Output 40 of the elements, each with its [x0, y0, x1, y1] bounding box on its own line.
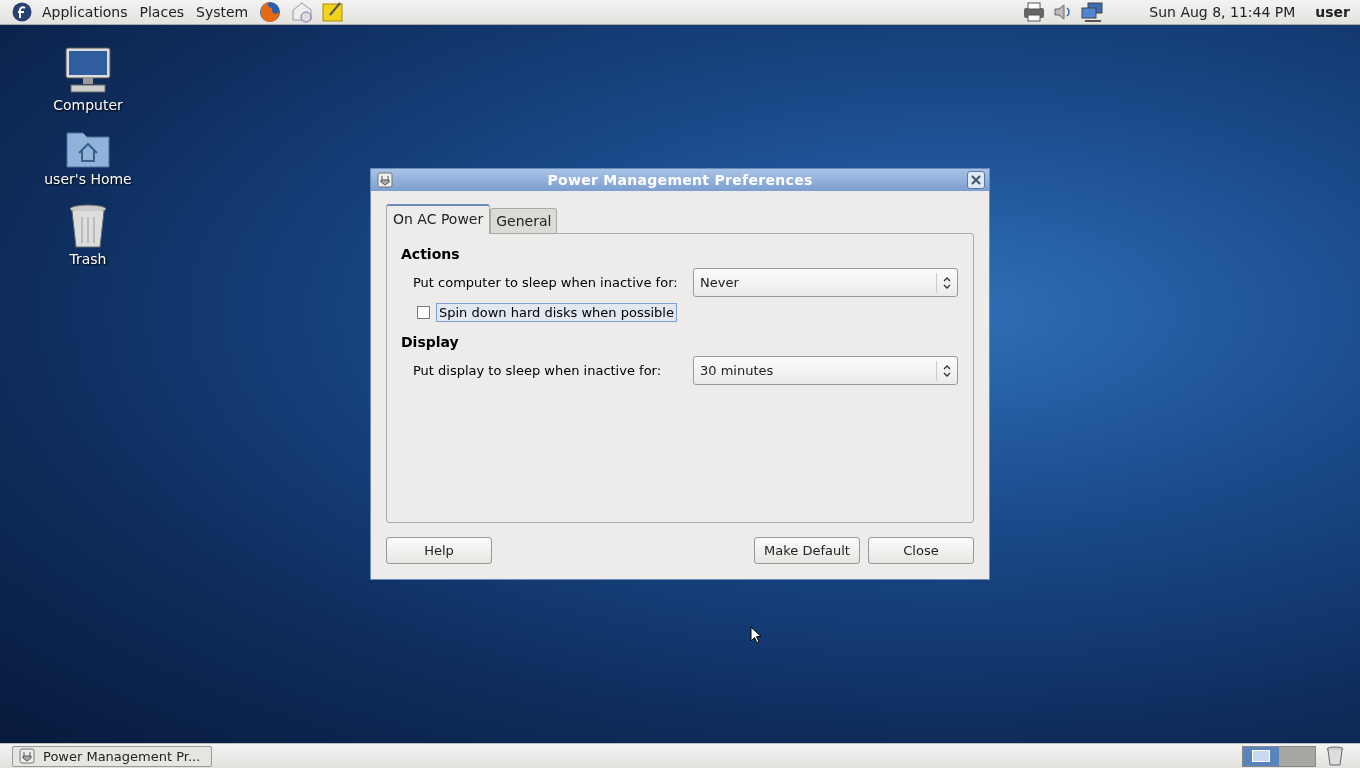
desktop-icon-label[interactable]: Computer: [53, 97, 123, 113]
tab[interactable]: On AC Power: [386, 204, 491, 234]
desktop-icon-label[interactable]: Trash: [69, 251, 107, 267]
notepad-icon[interactable]: [322, 1, 345, 23]
desktop-icon-label[interactable]: user's Home: [44, 171, 132, 187]
power-plug-icon: [377, 172, 393, 188]
checkbox-label[interactable]: Spin down hard disks when possible: [436, 303, 677, 322]
taskbar-button[interactable]: Power Management Pr...: [12, 745, 212, 767]
tab[interactable]: General: [490, 208, 558, 233]
menu-item[interactable]: System: [190, 4, 255, 20]
trash-icon[interactable]: [1326, 746, 1344, 766]
spinner-arrows-icon: [943, 276, 951, 289]
power-plug-icon: [19, 748, 35, 764]
dialog-button[interactable]: Make Default: [754, 537, 860, 564]
dropdown[interactable]: 30 minutes: [693, 356, 958, 385]
mouse-pointer-icon: [750, 626, 762, 644]
checkbox[interactable]: [417, 306, 430, 319]
trash-icon[interactable]: [68, 203, 108, 249]
dropdown[interactable]: Never: [693, 268, 958, 297]
network-icon[interactable]: [1081, 2, 1106, 22]
section-heading: Actions: [401, 246, 461, 262]
window-title: Power Management Preferences: [546, 172, 814, 188]
menu-item[interactable]: Applications: [36, 4, 134, 20]
field-label: Put computer to sleep when inactive for:: [413, 275, 679, 290]
menu-item[interactable]: Places: [133, 4, 191, 20]
printer-icon[interactable]: [1023, 2, 1046, 22]
dialog-button[interactable]: Close: [868, 537, 974, 564]
clock[interactable]: Sun Aug 8, 11:44 PM: [1139, 4, 1306, 20]
workspace-button[interactable]: [1243, 746, 1279, 766]
close-button[interactable]: [967, 171, 985, 189]
web-browser-icon[interactable]: [258, 0, 283, 24]
fedora-logo-icon[interactable]: [12, 2, 32, 22]
help-button[interactable]: Help: [386, 537, 492, 564]
close-icon: [971, 175, 981, 185]
home-folder-icon[interactable]: [65, 129, 111, 169]
section-heading: Display: [401, 334, 460, 350]
spinner-arrows-icon: [943, 364, 951, 377]
field-label: Put display to sleep when inactive for:: [413, 363, 663, 378]
user-name[interactable]: user: [1305, 4, 1354, 20]
computer-icon[interactable]: [63, 45, 113, 95]
